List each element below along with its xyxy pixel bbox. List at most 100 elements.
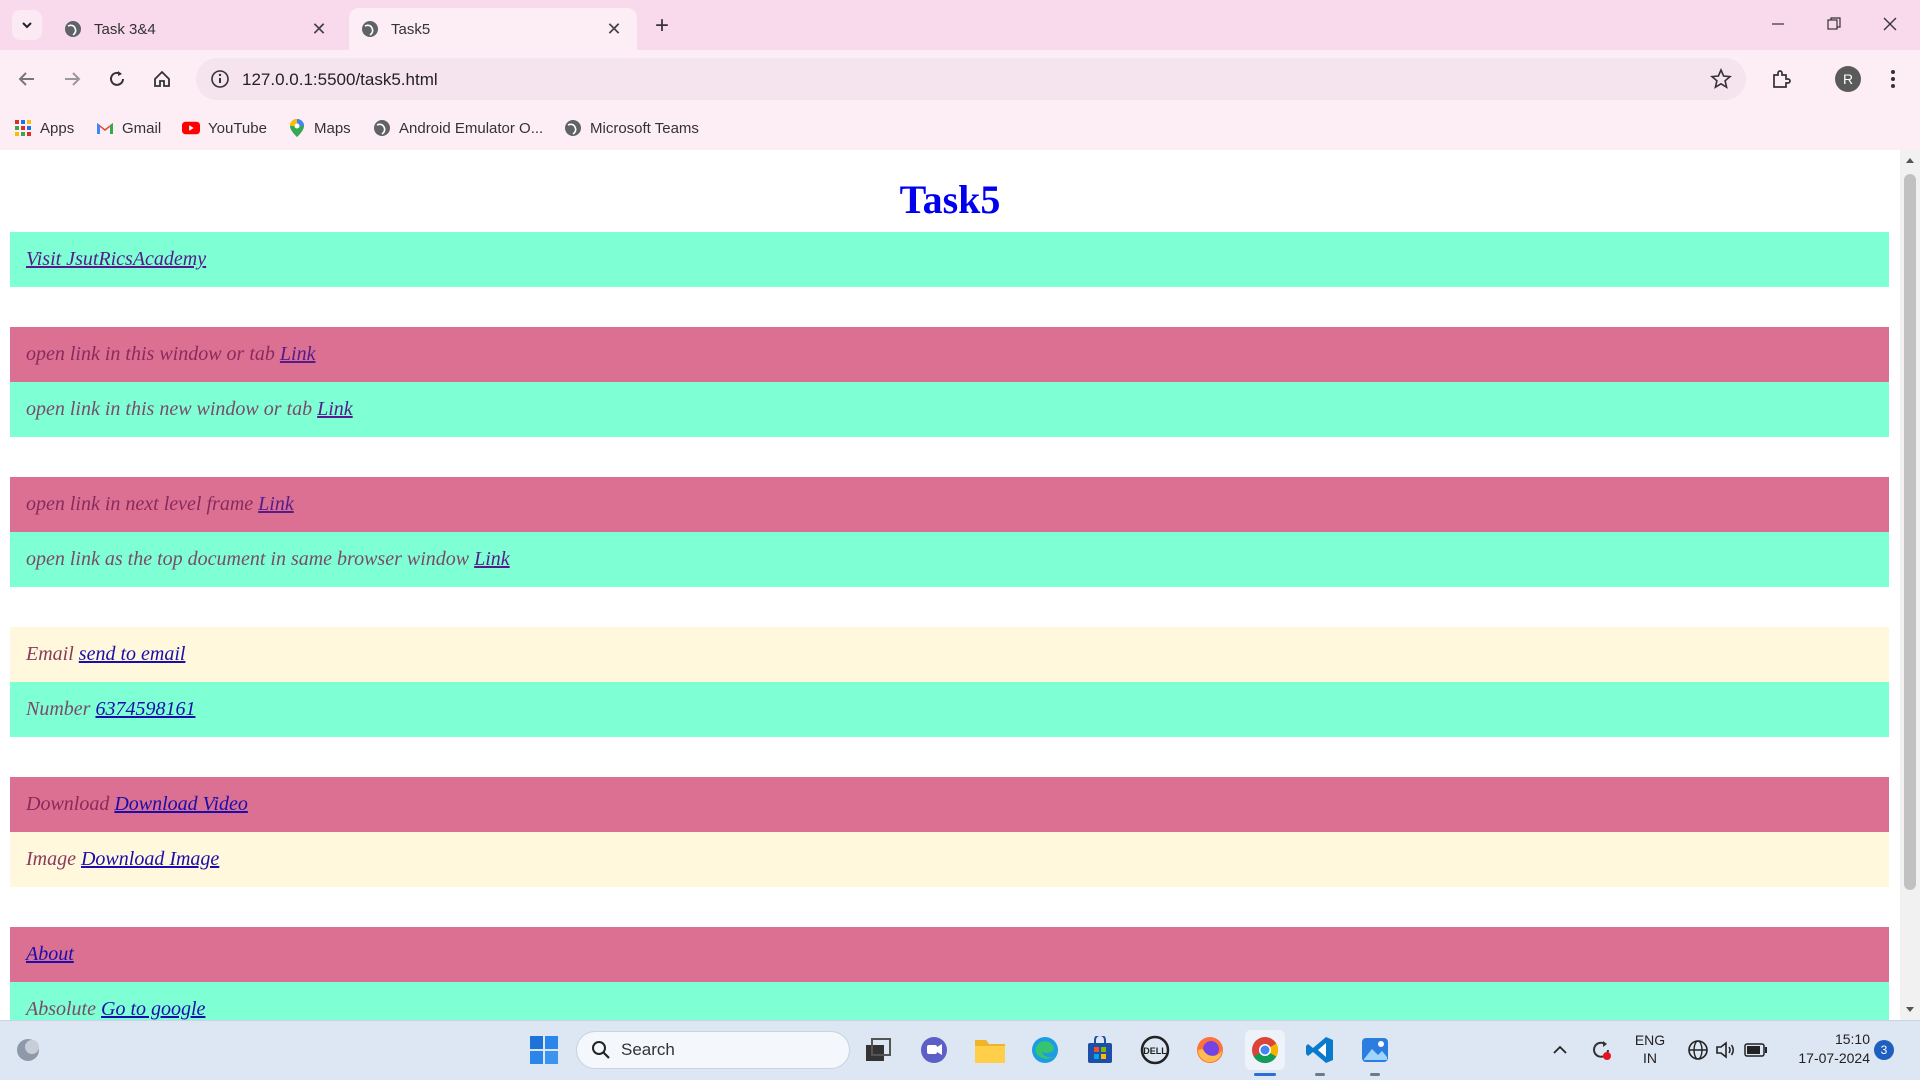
row-link[interactable]: Go to google <box>101 998 205 1020</box>
close-tab-icon[interactable]: ✕ <box>603 18 625 40</box>
row-label: open link as the top document in same br… <box>26 548 470 570</box>
bookmark-android-emulator[interactable]: Android Emulator O... <box>373 115 543 141</box>
bookmark-label: Microsoft Teams <box>590 119 699 137</box>
search-icon <box>592 1041 610 1059</box>
forward-button[interactable] <box>55 62 89 96</box>
bookmark-maps[interactable]: Maps <box>288 115 351 141</box>
puzzle-icon <box>1773 70 1791 88</box>
back-button[interactable] <box>10 62 44 96</box>
open-app-indicator <box>1315 1073 1325 1076</box>
bookmark-label: Gmail <box>122 119 162 137</box>
microsoft-store-icon[interactable] <box>1080 1030 1120 1070</box>
globe-icon <box>65 21 81 37</box>
clock-date: 17-07-2024 <box>1798 1050 1870 1066</box>
link-row: Image Download Image <box>10 832 1889 887</box>
row-label: open link in this window or tab <box>26 343 275 365</box>
photos-app-icon[interactable] <box>1355 1030 1395 1070</box>
bookmark-label: Maps <box>314 119 351 137</box>
site-info-icon[interactable] <box>210 69 230 89</box>
show-hidden-icons-chevron-up-icon[interactable] <box>1542 1030 1578 1070</box>
close-tab-icon[interactable]: ✕ <box>308 18 330 40</box>
clock-time: 15:10 <box>1834 1031 1870 1047</box>
row-label: Absolute <box>26 998 96 1020</box>
svg-text:DELL: DELL <box>1143 1046 1167 1056</box>
link-row: open link in this window or tab Link <box>10 327 1889 382</box>
restore-button[interactable] <box>1814 8 1854 40</box>
row-link[interactable]: send to email <box>79 643 186 666</box>
bookmark-label: Apps <box>40 119 75 137</box>
tab-task-3-4[interactable]: Task 3&4 ✕ <box>52 8 342 50</box>
bookmark-label: Android Emulator O... <box>399 119 544 137</box>
gmail-icon <box>96 119 114 137</box>
notification-count-badge[interactable]: 3 <box>1874 1040 1894 1060</box>
youtube-icon <box>182 119 200 137</box>
row-link[interactable]: About <box>26 943 74 966</box>
link-row: About <box>10 927 1889 982</box>
row-link[interactable]: Link <box>474 548 510 571</box>
bookmark-microsoft-teams[interactable]: Microsoft Teams <box>564 115 699 141</box>
restore-icon <box>1827 17 1841 30</box>
taskbar-search-box[interactable]: Search <box>576 1031 850 1069</box>
scroll-up-arrow-icon[interactable] <box>1900 152 1920 168</box>
search-placeholder: Search <box>621 1040 675 1059</box>
file-explorer-icon[interactable] <box>970 1030 1010 1070</box>
url-text[interactable]: 127.0.0.1:5500/task5.html <box>242 70 438 90</box>
tab-task5[interactable]: Task5 ✕ <box>349 8 637 50</box>
close-window-button[interactable] <box>1870 8 1910 40</box>
row-link[interactable]: 6374598161 <box>95 698 195 721</box>
row-label: Number <box>26 698 91 720</box>
page-scrollbar[interactable] <box>1900 150 1920 1020</box>
battery-icon[interactable] <box>1738 1030 1774 1070</box>
dell-icon[interactable]: DELL <box>1135 1030 1175 1070</box>
row-label: open link in this new window or tab <box>26 398 313 420</box>
globe-icon <box>373 119 391 137</box>
profile-avatar[interactable]: R <box>1835 66 1861 92</box>
extensions-button[interactable] <box>1764 62 1798 96</box>
home-button[interactable] <box>145 62 179 96</box>
row-link[interactable]: Link <box>317 398 353 421</box>
row-link[interactable]: Download Video <box>114 793 248 816</box>
teams-chat-icon[interactable] <box>914 1030 954 1070</box>
chrome-icon[interactable] <box>1245 1030 1285 1070</box>
row-link[interactable]: Visit JsutRicsAcademy <box>26 248 206 271</box>
task-view-icon[interactable] <box>858 1030 898 1070</box>
bookmark-gmail[interactable]: Gmail <box>96 115 161 141</box>
vscode-icon[interactable] <box>1300 1030 1340 1070</box>
bookmark-apps[interactable]: Apps <box>14 115 74 141</box>
row-label: open link in next level frame <box>26 493 254 515</box>
row-link[interactable]: Download Image <box>81 848 219 871</box>
forward-arrow-icon <box>65 72 81 86</box>
apps-grid-icon <box>14 119 32 137</box>
minimize-button[interactable] <box>1758 8 1798 40</box>
open-app-indicator <box>1370 1073 1380 1076</box>
active-app-indicator <box>1254 1073 1276 1076</box>
bookmark-star-icon[interactable] <box>1710 68 1732 90</box>
scrollbar-thumb[interactable] <box>1904 174 1916 890</box>
reload-button[interactable] <box>100 62 134 96</box>
page-viewport: Task5 Visit JsutRicsAcademy open link in … <box>0 150 1900 1020</box>
scroll-down-arrow-icon[interactable] <box>1900 1002 1920 1018</box>
globe-icon <box>362 21 378 37</box>
chevron-down-icon <box>22 22 32 29</box>
row-link[interactable]: Link <box>280 343 316 366</box>
link-row: open link in this new window or tab Link <box>10 382 1889 437</box>
minimize-icon <box>1772 23 1784 25</box>
firefox-icon[interactable] <box>1190 1030 1230 1070</box>
link-row: Visit JsutRicsAcademy <box>10 232 1889 287</box>
clock[interactable]: 15:10 17-07-2024 <box>1784 1031 1870 1066</box>
language-indicator[interactable]: ENG IN <box>1628 1032 1672 1066</box>
address-bar[interactable]: 127.0.0.1:5500/task5.html <box>196 58 1746 100</box>
link-row: Number 6374598161 <box>10 682 1889 737</box>
globe-icon <box>564 119 582 137</box>
new-tab-button[interactable]: + <box>648 12 676 40</box>
region-code: IN <box>1643 1050 1657 1066</box>
edge-browser-icon[interactable] <box>1025 1030 1065 1070</box>
start-button-icon[interactable] <box>524 1030 564 1070</box>
weather-widget-icon[interactable] <box>8 1030 48 1070</box>
tab-search-button[interactable] <box>12 10 42 40</box>
browser-menu-button[interactable] <box>1876 62 1910 96</box>
bookmark-youtube[interactable]: YouTube <box>182 115 267 141</box>
row-link[interactable]: Link <box>258 493 294 516</box>
sync-status-icon[interactable] <box>1583 1030 1619 1070</box>
bookmark-label: YouTube <box>208 119 267 137</box>
